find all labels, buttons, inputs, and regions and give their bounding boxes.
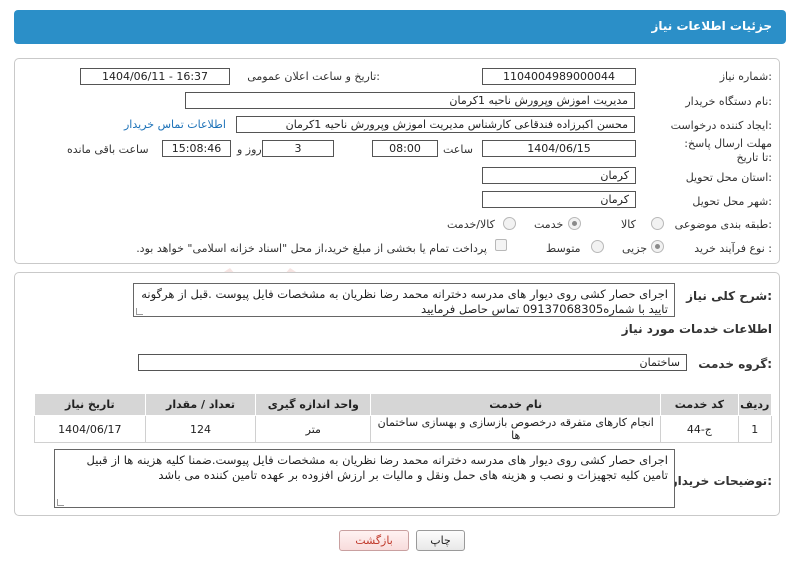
buyer-notes-text: اجرای حصار کشی روی دیوار های مدرسه دخترا… [86, 453, 668, 482]
payment-note: پرداخت تمام یا بخشی از مبلغ خرید،از محل … [136, 242, 487, 255]
service-group-field: ساختمان [138, 354, 687, 371]
col-name-header: نام خدمت [370, 393, 662, 416]
creator-label: ایجاد کننده درخواست: [670, 119, 772, 132]
days-count-field: 3 [262, 140, 334, 157]
need-number-field: 1104004989000044 [482, 68, 636, 85]
service-group-label: گروه خدمت: [698, 357, 772, 371]
col-qty-header: تعداد / مقدار [144, 393, 257, 416]
province-field: کرمان [482, 167, 636, 184]
deadline-date-field: 1404/06/15 [482, 140, 636, 157]
category-option-goods: کالا [621, 218, 636, 231]
page-title: جزئیات اطلاعات نیاز [651, 19, 772, 33]
buyer-org-label: نام دستگاه خریدار: [685, 95, 772, 108]
page-header: جزئیات اطلاعات نیاز [14, 10, 786, 44]
process-option-minor: جزیی [622, 242, 648, 255]
category-radio-goods[interactable] [651, 217, 664, 230]
col-row-header: ردیف [737, 393, 773, 416]
time-label: ساعت [443, 143, 473, 156]
buyer-org-field: مدیریت اموزش وپرورش ناحیه 1کرمان [185, 92, 635, 109]
need-number-label: شماره نیاز: [719, 70, 772, 83]
category-radio-service[interactable] [568, 217, 581, 230]
treasury-checkbox[interactable] [495, 239, 507, 251]
process-option-medium: متوسط [546, 242, 581, 255]
category-radio-goods-service[interactable] [503, 217, 516, 230]
announce-field: 1404/06/11 - 16:37 [80, 68, 230, 85]
cell-row: 1 [737, 415, 773, 443]
days-label: روز و [237, 143, 262, 156]
cell-qty: 124 [144, 415, 257, 443]
col-date-header: تاریخ نیاز [34, 393, 146, 416]
city-field: کرمان [482, 191, 636, 208]
cell-name: انجام کارهای متفرقه درخصوص بازسازی و بهس… [370, 415, 662, 443]
cell-code: ج-44 [660, 415, 739, 443]
remaining-label: ساعت باقی مانده [67, 143, 149, 156]
creator-field: محسن اکبرزاده فندقاعی کارشناس مدیریت امو… [236, 116, 635, 133]
category-option-goods-service: کالا/خدمت [447, 218, 495, 231]
buyer-notes-textarea[interactable]: اجرای حصار کشی روی دیوار های مدرسه دخترا… [54, 449, 675, 508]
col-code-header: کد خدمت [660, 393, 739, 416]
resize-grip-icon[interactable] [136, 308, 143, 315]
table-header-row: ردیف کد خدمت نام خدمت واحد اندازه گیری ت… [34, 393, 773, 416]
back-button[interactable]: بازگشت [339, 530, 409, 551]
remaining-time-field: 15:08:46 [162, 140, 231, 157]
summary-label: شرح کلی نیاز: [686, 289, 772, 303]
province-label: استان محل تحویل: [685, 171, 772, 184]
process-label: نوع فرآیند خرید : [694, 242, 772, 255]
deadline-label: مهلت ارسال پاسخ: تا تاریخ: [684, 137, 772, 164]
services-table: ردیف کد خدمت نام خدمت واحد اندازه گیری ت… [34, 393, 773, 443]
services-title: اطلاعات خدمات مورد نیاز [621, 322, 772, 336]
col-unit-header: واحد اندازه گیری [255, 393, 372, 416]
process-radio-minor[interactable] [651, 240, 664, 253]
summary-text: اجرای حصار کشی روی دیوار های مدرسه دخترا… [141, 287, 668, 316]
cell-date: 1404/06/17 [34, 415, 146, 443]
category-option-service: خدمت [534, 218, 564, 231]
cell-unit: متر [255, 415, 372, 443]
process-radio-medium[interactable] [591, 240, 604, 253]
buyer-contact-link[interactable]: اطلاعات تماس خریدار [124, 118, 226, 131]
city-label: شهر محل تحویل: [692, 195, 772, 208]
deadline-time-field: 08:00 [372, 140, 438, 157]
table-row: 1 ج-44 انجام کارهای متفرقه درخصوص بازساز… [34, 415, 773, 443]
resize-grip-icon[interactable] [57, 499, 64, 506]
announce-label: تاریخ و ساعت اعلان عمومی: [247, 70, 380, 83]
summary-textarea[interactable]: اجرای حصار کشی روی دیوار های مدرسه دخترا… [133, 283, 675, 317]
print-button[interactable]: چاپ [416, 530, 465, 551]
need-info-panel [14, 58, 780, 264]
buyer-notes-label: توضیحات خریدار: [670, 474, 772, 488]
category-label: طبقه بندی موضوعی: [674, 218, 772, 231]
